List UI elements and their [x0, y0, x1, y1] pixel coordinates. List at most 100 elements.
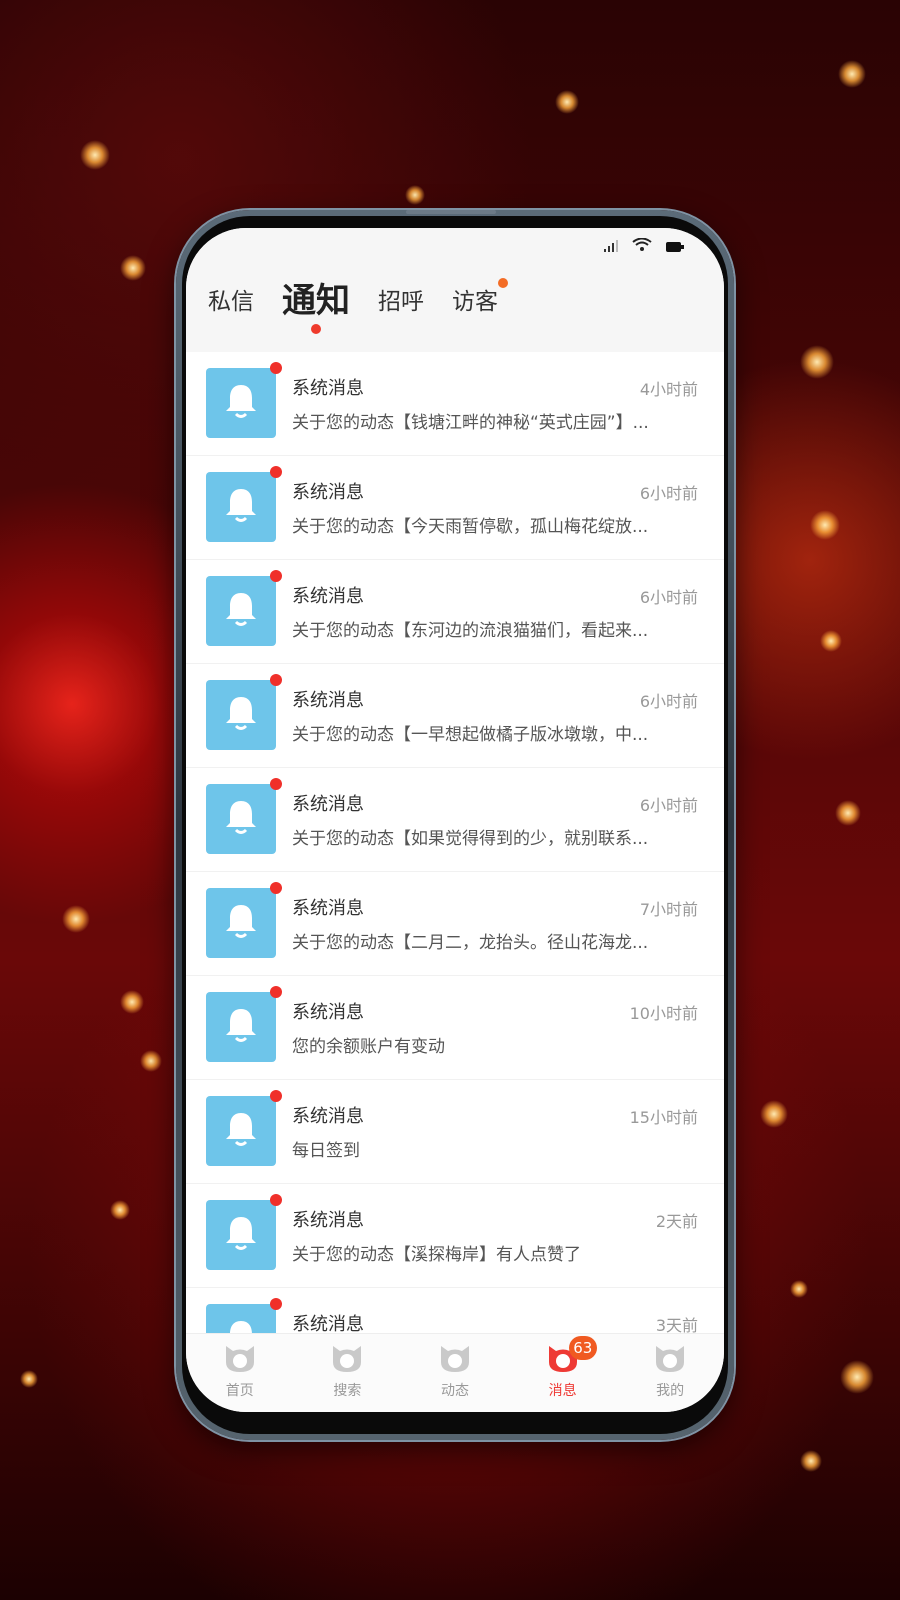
- tabbar-item-profile[interactable]: 我的: [616, 1334, 724, 1412]
- notification-item[interactable]: 系统消息 7小时前 关于您的动态【二月二，龙抬头。径山花海龙...: [186, 872, 724, 976]
- tab-label: 访客: [452, 289, 498, 315]
- notification-description: 您的余额账户有变动: [292, 1037, 445, 1057]
- notification-description: 每日签到: [292, 1141, 360, 1161]
- phone-bezel: 私信 通知 招呼 访客 系统消息 4小时前 关于您的动态【钱塘江畔的神秘“英式庄…: [182, 216, 728, 1434]
- notification-item[interactable]: 系统消息 4小时前 关于您的动态【钱塘江畔的神秘“英式庄园”】...: [186, 352, 724, 456]
- unread-dot: [270, 466, 282, 478]
- unread-dot: [270, 882, 282, 894]
- tabbar-item-feed[interactable]: 动态: [401, 1334, 509, 1412]
- unread-dot: [270, 362, 282, 374]
- bell-avatar: [206, 1090, 282, 1166]
- battery-icon: [666, 237, 684, 256]
- notification-description: 关于您的动态【今天雨暂停歇，孤山梅花绽放...: [292, 517, 649, 537]
- notification-description: 关于您的动态【钱塘江畔的神秘“英式庄园”】...: [292, 413, 649, 433]
- bell-avatar: [206, 570, 282, 646]
- notification-title: 系统消息: [292, 1002, 364, 1023]
- bell-icon: [220, 1108, 262, 1154]
- tabbar-item-home[interactable]: 首页: [186, 1334, 294, 1412]
- notification-item[interactable]: 系统消息 6小时前 关于您的动态【东河边的流浪猫猫们，看起来...: [186, 560, 724, 664]
- tabbar-label: 首页: [225, 1383, 254, 1399]
- notification-item[interactable]: 系统消息 2天前 关于您的动态【溪探梅岸】有人点赞了: [186, 1184, 724, 1288]
- tabbar-label: 搜索: [333, 1383, 362, 1399]
- bell-icon: [220, 1316, 262, 1334]
- bell-icon: [220, 692, 262, 738]
- notification-description: 关于您的动态【二月二，龙抬头。径山花海龙...: [292, 933, 649, 953]
- notification-title: 系统消息: [292, 1210, 364, 1231]
- notification-time: 15小时前: [629, 1108, 698, 1127]
- notification-item[interactable]: 系统消息 15小时前 每日签到: [186, 1080, 724, 1184]
- notification-time: 7小时前: [639, 900, 698, 919]
- bell-avatar: [206, 882, 282, 958]
- unread-dot: [270, 1194, 282, 1206]
- tabbar-label: 消息: [548, 1383, 577, 1399]
- status-bar: [186, 228, 724, 264]
- bell-avatar: [206, 986, 282, 1062]
- notification-time: 6小时前: [639, 484, 698, 503]
- bell-avatar: [206, 362, 282, 438]
- notification-time: 6小时前: [639, 588, 698, 607]
- feed-cat-icon: [437, 1342, 473, 1378]
- bell-icon: [220, 1004, 262, 1050]
- tabbar-item-messages[interactable]: 消息 63: [509, 1334, 617, 1412]
- unread-dot: [270, 986, 282, 998]
- unread-dot: [270, 778, 282, 790]
- unread-dot: [270, 570, 282, 582]
- notification-title: 系统消息: [292, 586, 364, 607]
- notification-title: 系统消息: [292, 690, 364, 711]
- tabbar-label: 动态: [440, 1383, 469, 1399]
- home-cat-icon: [222, 1342, 258, 1378]
- tab-label: 招呼: [378, 289, 424, 315]
- bell-icon: [220, 796, 262, 842]
- notification-time: 10小时前: [629, 1004, 698, 1023]
- bottom-tab-bar: 首页 搜索 动态 消息 63 我的: [186, 1333, 724, 1412]
- tab-notifications[interactable]: 通知: [282, 273, 350, 334]
- signal-icon: [604, 237, 618, 256]
- notification-title: 系统消息: [292, 1106, 364, 1127]
- notification-description: 关于您的动态【溪探梅岸】有人点赞了: [292, 1245, 581, 1265]
- unread-dot: [498, 278, 508, 288]
- phone-screen: 私信 通知 招呼 访客 系统消息 4小时前 关于您的动态【钱塘江畔的神秘“英式庄…: [186, 228, 724, 1412]
- bell-icon: [220, 1212, 262, 1258]
- notification-time: 6小时前: [639, 692, 698, 711]
- message-tabs: 私信 通知 招呼 访客: [208, 264, 508, 334]
- notification-item[interactable]: 系统消息 6小时前 关于您的动态【今天雨暂停歇，孤山梅花绽放...: [186, 456, 724, 560]
- header: 私信 通知 招呼 访客: [186, 228, 724, 352]
- tabbar-item-search[interactable]: 搜索: [294, 1334, 402, 1412]
- notification-item[interactable]: 系统消息 6小时前 关于您的动态【如果觉得得到的少，就别联系...: [186, 768, 724, 872]
- tab-greetings[interactable]: 招呼: [378, 282, 424, 324]
- tab-visitors[interactable]: 访客: [452, 278, 508, 324]
- unread-dot: [270, 674, 282, 686]
- notification-description: 关于您的动态【一早想起做橘子版冰墩墩，中...: [292, 725, 649, 745]
- bell-avatar: [206, 466, 282, 542]
- notification-title: 系统消息: [292, 898, 364, 919]
- notification-list: 系统消息 4小时前 关于您的动态【钱塘江畔的神秘“英式庄园”】... 系统消息 …: [186, 352, 724, 1334]
- notification-description: 关于您的动态【如果觉得得到的少，就别联系...: [292, 829, 649, 849]
- notification-item[interactable]: 系统消息 10小时前 您的余额账户有变动: [186, 976, 724, 1080]
- notification-time: 3天前: [655, 1316, 698, 1334]
- message-count-badge: 63: [568, 1336, 597, 1360]
- notification-time: 2天前: [655, 1212, 698, 1231]
- tab-label: 通知: [282, 281, 350, 321]
- bell-icon: [220, 900, 262, 946]
- bell-avatar: [206, 1298, 282, 1334]
- notification-title: 系统消息: [292, 482, 364, 503]
- phone-speaker: [406, 210, 496, 214]
- unread-dot: [270, 1298, 282, 1310]
- notification-item[interactable]: 系统消息 6小时前 关于您的动态【一早想起做橘子版冰墩墩，中...: [186, 664, 724, 768]
- profile-cat-icon: [652, 1342, 688, 1378]
- notification-time: 4小时前: [639, 380, 698, 399]
- wifi-icon: [632, 237, 652, 256]
- notification-item[interactable]: 系统消息 3天前: [186, 1288, 724, 1334]
- notification-description: 关于您的动态【东河边的流浪猫猫们，看起来...: [292, 621, 649, 641]
- bell-icon: [220, 588, 262, 634]
- unread-dot: [270, 1090, 282, 1102]
- bell-icon: [220, 380, 262, 426]
- tab-private-messages[interactable]: 私信: [208, 282, 254, 324]
- bell-avatar: [206, 778, 282, 854]
- bell-avatar: [206, 674, 282, 750]
- tabbar-label: 我的: [656, 1383, 685, 1399]
- phone-frame: 私信 通知 招呼 访客 系统消息 4小时前 关于您的动态【钱塘江畔的神秘“英式庄…: [176, 210, 734, 1440]
- tab-label: 私信: [208, 289, 254, 315]
- notification-title: 系统消息: [292, 378, 364, 399]
- search-cat-icon: [329, 1342, 365, 1378]
